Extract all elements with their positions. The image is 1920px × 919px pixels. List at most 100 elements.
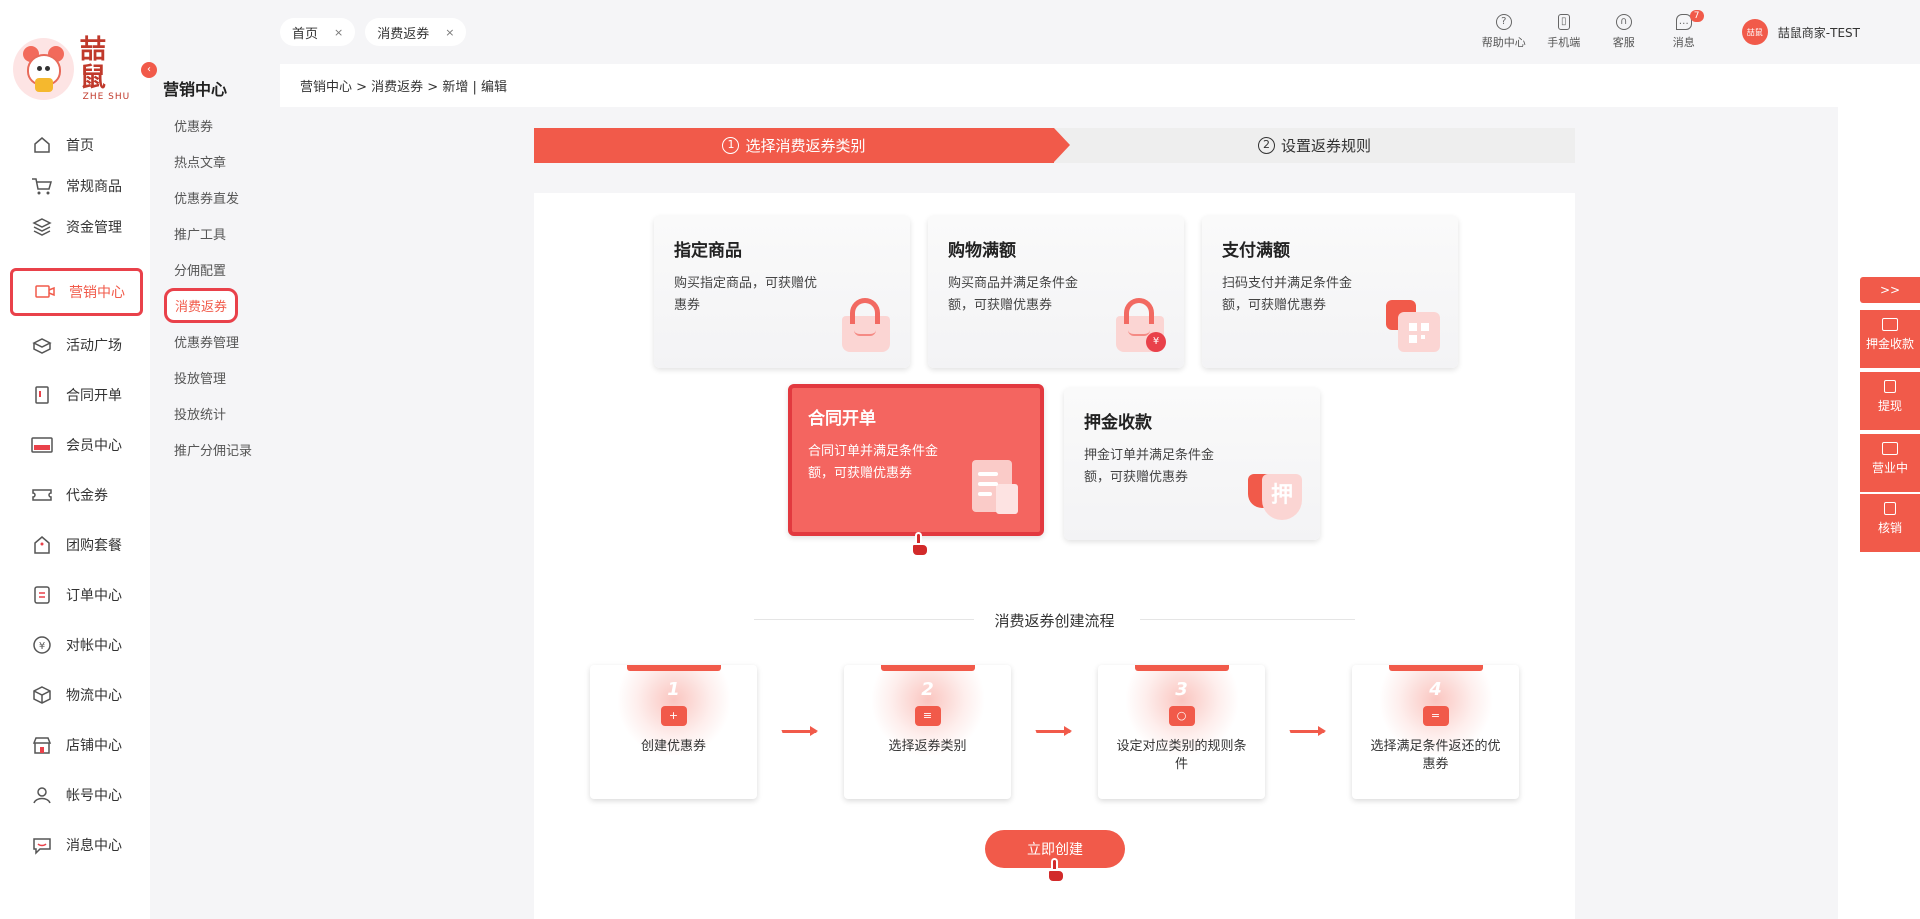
top-toolbar: ? 帮助中心 ▯ 手机端 ∩ 客服 … 7 消息 喆鼠 喆鼠商家-TEST bbox=[1474, 10, 1860, 50]
bookmark-icon bbox=[1884, 380, 1896, 393]
subnav-item-delivery-stats[interactable]: 投放统计 bbox=[174, 404, 226, 423]
message-count-badge: 7 bbox=[1689, 10, 1704, 22]
nav-item-messages[interactable]: 消息中心 bbox=[10, 821, 143, 869]
subnav-title: 营销中心 bbox=[163, 80, 228, 99]
flow-step-1: 1 + 创建优惠券 bbox=[590, 665, 757, 799]
subnav-item-commission-records[interactable]: 推广分佣记录 bbox=[174, 440, 252, 459]
nav-label: 代金券 bbox=[66, 488, 108, 504]
home-icon bbox=[30, 134, 54, 156]
phone-icon: ▯ bbox=[1557, 14, 1570, 30]
nav-item-activity[interactable]: 活动广场 bbox=[10, 321, 143, 369]
help-icon: ? bbox=[1495, 14, 1512, 30]
subnav-item-hot-articles[interactable]: 热点文章 bbox=[174, 152, 226, 171]
subnav-item-commission-config[interactable]: 分佣配置 bbox=[174, 260, 226, 279]
coupon-plus-icon: + bbox=[660, 706, 687, 726]
category-card-contract-order-selected[interactable]: 合同开单 合同订单并满足条件金额，可获赠优惠券 bbox=[788, 384, 1044, 536]
help-center-button[interactable]: ? 帮助中心 bbox=[1474, 14, 1534, 50]
nav-label: 团购套餐 bbox=[66, 538, 122, 554]
category-card-payment-amount[interactable]: 支付满额 扫码支付并满足条件金额，可获赠优惠券 bbox=[1202, 216, 1458, 368]
logo[interactable]: 喆鼠 ZHE SHU bbox=[13, 35, 133, 102]
customer-service-button[interactable]: ∩ 客服 bbox=[1594, 14, 1654, 50]
right-float-open[interactable]: 营业中 bbox=[1860, 434, 1920, 492]
right-float-withdraw[interactable]: 提现 bbox=[1860, 372, 1920, 430]
marketing-icon bbox=[33, 281, 57, 303]
svg-text:¥: ¥ bbox=[39, 641, 45, 652]
shopping-bag-coin-icon: ¥ bbox=[1112, 296, 1166, 352]
arrow-right-icon bbox=[781, 726, 818, 736]
nav-item-member[interactable]: 会员中心 bbox=[10, 421, 143, 469]
nav-item-voucher[interactable]: 代金券 bbox=[10, 471, 143, 519]
subnav-item-promo-tools[interactable]: 推广工具 bbox=[174, 224, 226, 243]
nav-label: 资金管理 bbox=[66, 220, 122, 236]
subnav-item-coupon-management[interactable]: 优惠券管理 bbox=[174, 332, 239, 351]
yen-icon: ¥ bbox=[30, 634, 54, 656]
nav-label: 活动广场 bbox=[66, 338, 122, 354]
step-2[interactable]: 2 设置返券规则 bbox=[1054, 128, 1575, 163]
nav-item-marketing[interactable]: 营销中心 bbox=[10, 268, 143, 316]
chat-icon bbox=[30, 834, 54, 856]
category-card-shopping-amount[interactable]: 购物满额 购买商品并满足条件金额，可获赠优惠券 ¥ bbox=[928, 216, 1184, 368]
tab-consumption-rebate[interactable]: 消费返券 × bbox=[365, 18, 467, 46]
left-sidebar: 喆鼠 ZHE SHU 首页 常规商品 资金管理 营销中心 活动广场 合同开单 会… bbox=[0, 0, 150, 919]
package-icon bbox=[30, 684, 54, 706]
pointer-hand-icon bbox=[910, 532, 930, 560]
close-icon[interactable]: × bbox=[334, 26, 343, 39]
mouse-logo-icon bbox=[13, 38, 74, 100]
flow-step-3: 3 ○ 设定对应类别的规则条件 bbox=[1098, 665, 1265, 799]
flow-title: 消费返券创建流程 bbox=[994, 612, 1115, 630]
cart-icon bbox=[30, 175, 54, 197]
coupon-return-icon: = bbox=[1422, 706, 1449, 726]
nav-label: 会员中心 bbox=[66, 438, 122, 454]
subnav-item-coupon[interactable]: 优惠券 bbox=[174, 116, 213, 135]
subnav-item-delivery-management[interactable]: 投放管理 bbox=[174, 368, 226, 387]
logo-subtext: ZHE SHU bbox=[82, 92, 131, 102]
right-float-deposit[interactable]: 押金收款 bbox=[1860, 310, 1920, 368]
subnav-item-consumption-rebate[interactable]: 消费返券 bbox=[164, 288, 239, 323]
document-icon bbox=[968, 460, 1022, 516]
page-tabs: 首页 × 消费返券 × bbox=[280, 18, 467, 46]
logo-text: 喆鼠 bbox=[79, 35, 107, 93]
sub-sidebar: 营销中心 优惠券 热点文章 优惠券直发 推广工具 分佣配置 消费返券 优惠券管理… bbox=[150, 0, 280, 919]
nav-item-groupbuy[interactable]: 团购套餐 bbox=[10, 521, 143, 569]
shop-icon bbox=[30, 734, 54, 756]
flow-step-4: 4 = 选择满足条件返还的优惠券 bbox=[1352, 665, 1519, 799]
nav-label: 首页 bbox=[66, 138, 94, 154]
nav-item-reconcile[interactable]: ¥ 对帐中心 bbox=[10, 621, 143, 669]
card-icon bbox=[1882, 318, 1898, 331]
step-1-active[interactable]: 1 选择消费返券类别 bbox=[534, 128, 1070, 163]
nav-item-shop[interactable]: 店铺中心 bbox=[10, 721, 143, 769]
breadcrumb: 营销中心 > 消费返券 > 新增 | 编辑 bbox=[280, 64, 1920, 107]
nav-label: 店铺中心 bbox=[66, 738, 122, 754]
nav-item-funds[interactable]: 资金管理 bbox=[10, 203, 143, 251]
layers-icon bbox=[30, 216, 54, 238]
step-indicator: 1 选择消费返券类别 2 设置返券规则 bbox=[534, 128, 1575, 163]
category-card-deposit-collection[interactable]: 押金收款 押金订单并满足条件金额，可获赠优惠券 押 bbox=[1064, 388, 1320, 540]
arrow-right-icon bbox=[1289, 726, 1326, 736]
box-icon bbox=[30, 334, 54, 356]
nav-label: 消息中心 bbox=[66, 838, 122, 854]
deposit-shield-icon: 押 bbox=[1248, 468, 1302, 524]
nav-label: 常规商品 bbox=[66, 179, 122, 195]
nav-item-orders[interactable]: 订单中心 bbox=[10, 571, 143, 619]
messages-button[interactable]: … 7 消息 bbox=[1654, 10, 1714, 50]
close-icon[interactable]: × bbox=[445, 26, 454, 39]
right-float-verify[interactable]: 核销 bbox=[1860, 494, 1920, 552]
nav-item-contract[interactable]: 合同开单 bbox=[10, 371, 143, 419]
coupon-rule-icon: ○ bbox=[1168, 706, 1195, 726]
ticket-icon bbox=[30, 484, 54, 506]
user-menu[interactable]: 喆鼠 喆鼠商家-TEST bbox=[1741, 19, 1860, 45]
vip-icon bbox=[30, 434, 54, 456]
mobile-button[interactable]: ▯ 手机端 bbox=[1534, 14, 1594, 50]
right-float-toggle[interactable]: >> bbox=[1860, 277, 1920, 303]
collapse-sidebar-button[interactable]: ‹ bbox=[141, 62, 157, 78]
shopping-bag-icon bbox=[838, 296, 892, 352]
pointer-hand-icon bbox=[1046, 858, 1066, 886]
arrow-right-icon bbox=[1035, 726, 1072, 736]
nav-item-account[interactable]: 帐号中心 bbox=[10, 771, 143, 819]
bookmark-icon bbox=[1884, 502, 1896, 515]
subnav-item-coupon-direct[interactable]: 优惠券直发 bbox=[174, 188, 239, 207]
category-card-specified-product[interactable]: 指定商品 购买指定商品，可获赠优惠券 bbox=[654, 216, 910, 368]
tab-home[interactable]: 首页 × bbox=[280, 18, 356, 46]
nav-item-logistics[interactable]: 物流中心 bbox=[10, 671, 143, 719]
nav-label: 帐号中心 bbox=[66, 788, 122, 804]
